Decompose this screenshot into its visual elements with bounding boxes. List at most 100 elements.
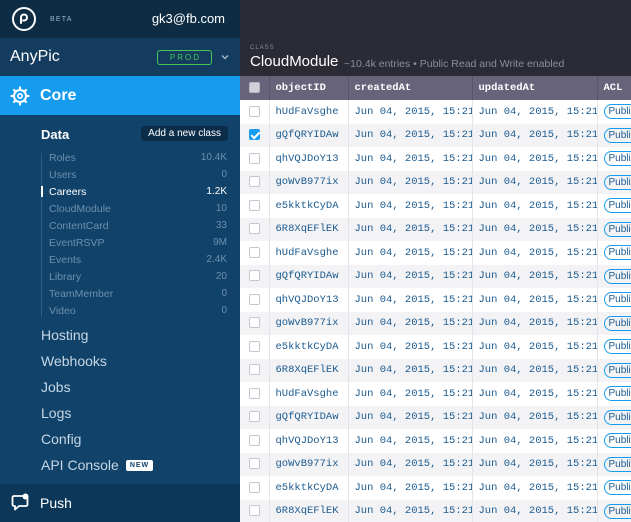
table-row[interactable]: e5kktkCyDA Jun 04, 2015, 15:21 Jun 04, 201… bbox=[240, 476, 631, 500]
nav-logs[interactable]: Logs bbox=[0, 400, 240, 426]
nav-core[interactable]: Core bbox=[0, 76, 240, 115]
cell-objectid[interactable]: qhVQJDoY13 bbox=[269, 288, 349, 312]
row-select-checkbox[interactable] bbox=[240, 241, 270, 265]
row-select-checkbox[interactable] bbox=[240, 429, 270, 453]
cell-objectid[interactable]: goWvB977ix bbox=[269, 170, 349, 194]
cell-createdat[interactable]: Jun 04, 2015, 15:21 bbox=[348, 170, 473, 194]
cell-acl[interactable]: Public bbox=[597, 476, 631, 500]
cell-updatedat[interactable]: Jun 04, 2015, 15:21 bbox=[472, 288, 598, 312]
column-header-updatedat[interactable]: updatedAt bbox=[472, 76, 598, 100]
select-all-checkbox[interactable] bbox=[240, 76, 270, 100]
cell-createdat[interactable]: Jun 04, 2015, 15:21 bbox=[348, 147, 473, 171]
class-item-eventrsvp[interactable]: EventRSVP 9M bbox=[41, 234, 240, 251]
cell-acl[interactable]: Public bbox=[597, 241, 631, 265]
row-select-checkbox[interactable] bbox=[240, 123, 270, 147]
cell-objectid[interactable]: goWvB977ix bbox=[269, 311, 349, 335]
class-item-events[interactable]: Events 2.4K bbox=[41, 251, 240, 268]
table-row[interactable]: 6R8XqEFlEK Jun 04, 2015, 15:21 Jun 04, 201… bbox=[240, 358, 631, 382]
class-item-teammember[interactable]: TeamMember 0 bbox=[41, 285, 240, 302]
cell-objectid[interactable]: 6R8XqEFlEK bbox=[269, 358, 349, 382]
row-select-checkbox[interactable] bbox=[240, 194, 270, 218]
row-select-checkbox[interactable] bbox=[240, 499, 270, 522]
cell-objectid[interactable]: hUdFaVsghe bbox=[269, 382, 349, 406]
cell-acl[interactable]: Public bbox=[597, 147, 631, 171]
cell-createdat[interactable]: Jun 04, 2015, 15:21 bbox=[348, 358, 473, 382]
row-select-checkbox[interactable] bbox=[240, 170, 270, 194]
cell-updatedat[interactable]: Jun 04, 2015, 15:21 bbox=[472, 100, 598, 124]
cell-acl[interactable]: Public bbox=[597, 311, 631, 335]
cell-acl[interactable]: Public bbox=[597, 217, 631, 241]
cell-acl[interactable]: Public bbox=[597, 123, 631, 147]
table-row[interactable]: gQfQRYIDAw Jun 04, 2015, 15:21 Jun 04, 201… bbox=[240, 123, 631, 147]
row-select-checkbox[interactable] bbox=[240, 382, 270, 406]
cell-objectid[interactable]: hUdFaVsghe bbox=[269, 241, 349, 265]
cell-createdat[interactable]: Jun 04, 2015, 15:21 bbox=[348, 382, 473, 406]
cell-objectid[interactable]: goWvB977ix bbox=[269, 452, 349, 476]
cell-updatedat[interactable]: Jun 04, 2015, 15:21 bbox=[472, 476, 598, 500]
table-row[interactable]: hUdFaVsghe Jun 04, 2015, 15:21 Jun 04, 201… bbox=[240, 382, 631, 406]
cell-createdat[interactable]: Jun 04, 2015, 15:21 bbox=[348, 264, 473, 288]
cell-objectid[interactable]: e5kktkCyDA bbox=[269, 194, 349, 218]
cell-updatedat[interactable]: Jun 04, 2015, 15:21 bbox=[472, 335, 598, 359]
table-row[interactable]: hUdFaVsghe Jun 04, 2015, 15:21 Jun 04, 201… bbox=[240, 100, 631, 124]
cell-createdat[interactable]: Jun 04, 2015, 15:21 bbox=[348, 335, 473, 359]
cell-updatedat[interactable]: Jun 04, 2015, 15:21 bbox=[472, 358, 598, 382]
class-item-careers[interactable]: Careers 1.2K bbox=[41, 183, 240, 200]
row-select-checkbox[interactable] bbox=[240, 217, 270, 241]
table-row[interactable]: e5kktkCyDA Jun 04, 2015, 15:21 Jun 04, 201… bbox=[240, 335, 631, 359]
nav-webhooks[interactable]: Webhooks bbox=[0, 348, 240, 374]
cell-updatedat[interactable]: Jun 04, 2015, 15:21 bbox=[472, 311, 598, 335]
cell-acl[interactable]: Public bbox=[597, 499, 631, 522]
table-row[interactable]: goWvB977ix Jun 04, 2015, 15:21 Jun 04, 201… bbox=[240, 311, 631, 335]
class-item-video[interactable]: Video 0 bbox=[41, 302, 240, 319]
cell-createdat[interactable]: Jun 04, 2015, 15:21 bbox=[348, 100, 473, 124]
table-row[interactable]: gQfQRYIDAw Jun 04, 2015, 15:21 Jun 04, 201… bbox=[240, 264, 631, 288]
class-item-library[interactable]: Library 20 bbox=[41, 268, 240, 285]
cell-objectid[interactable]: 6R8XqEFlEK bbox=[269, 217, 349, 241]
cell-acl[interactable]: Public bbox=[597, 335, 631, 359]
table-row[interactable]: e5kktkCyDA Jun 04, 2015, 15:21 Jun 04, 201… bbox=[240, 194, 631, 218]
add-class-button[interactable]: Add a new class bbox=[141, 126, 228, 141]
class-item-cloudmodule[interactable]: CloudModule 10 bbox=[41, 200, 240, 217]
column-header-objectid[interactable]: objectID bbox=[269, 76, 349, 100]
table-row[interactable]: 6R8XqEFlEK Jun 04, 2015, 15:21 Jun 04, 201… bbox=[240, 217, 631, 241]
cell-updatedat[interactable]: Jun 04, 2015, 15:21 bbox=[472, 405, 598, 429]
table-row[interactable]: 6R8XqEFlEK Jun 04, 2015, 15:21 Jun 04, 201… bbox=[240, 499, 631, 522]
cell-createdat[interactable]: Jun 04, 2015, 15:21 bbox=[348, 194, 473, 218]
table-row[interactable]: qhVQJDoY13 Jun 04, 2015, 15:21 Jun 04, 201… bbox=[240, 429, 631, 453]
row-select-checkbox[interactable] bbox=[240, 264, 270, 288]
cell-createdat[interactable]: Jun 04, 2015, 15:21 bbox=[348, 452, 473, 476]
column-header-acl[interactable]: ACL bbox=[597, 76, 631, 100]
table-row[interactable]: gQfQRYIDAw Jun 04, 2015, 15:21 Jun 04, 201… bbox=[240, 405, 631, 429]
row-select-checkbox[interactable] bbox=[240, 405, 270, 429]
cell-acl[interactable]: Public bbox=[597, 194, 631, 218]
cell-acl[interactable]: Public bbox=[597, 405, 631, 429]
table-row[interactable]: goWvB977ix Jun 04, 2015, 15:21 Jun 04, 201… bbox=[240, 170, 631, 194]
class-item-users[interactable]: Users 0 bbox=[41, 166, 240, 183]
table-row[interactable]: qhVQJDoY13 Jun 04, 2015, 15:21 Jun 04, 201… bbox=[240, 288, 631, 312]
row-select-checkbox[interactable] bbox=[240, 147, 270, 171]
cell-objectid[interactable]: gQfQRYIDAw bbox=[269, 405, 349, 429]
row-select-checkbox[interactable] bbox=[240, 311, 270, 335]
cell-updatedat[interactable]: Jun 04, 2015, 15:21 bbox=[472, 264, 598, 288]
nav-api-console[interactable]: API Console NEW bbox=[0, 452, 240, 478]
cell-createdat[interactable]: Jun 04, 2015, 15:21 bbox=[348, 499, 473, 522]
cell-objectid[interactable]: gQfQRYIDAw bbox=[269, 123, 349, 147]
cell-objectid[interactable]: e5kktkCyDA bbox=[269, 476, 349, 500]
class-item-roles[interactable]: Roles 10.4K bbox=[41, 149, 240, 166]
cell-acl[interactable]: Public bbox=[597, 429, 631, 453]
cell-updatedat[interactable]: Jun 04, 2015, 15:21 bbox=[472, 382, 598, 406]
cell-createdat[interactable]: Jun 04, 2015, 15:21 bbox=[348, 217, 473, 241]
cell-createdat[interactable]: Jun 04, 2015, 15:21 bbox=[348, 288, 473, 312]
cell-acl[interactable]: Public bbox=[597, 452, 631, 476]
cell-objectid[interactable]: 6R8XqEFlEK bbox=[269, 499, 349, 522]
nav-jobs[interactable]: Jobs bbox=[0, 374, 240, 400]
cell-acl[interactable]: Public bbox=[597, 358, 631, 382]
cell-updatedat[interactable]: Jun 04, 2015, 15:21 bbox=[472, 217, 598, 241]
row-select-checkbox[interactable] bbox=[240, 452, 270, 476]
nav-config[interactable]: Config bbox=[0, 426, 240, 452]
cell-createdat[interactable]: Jun 04, 2015, 15:21 bbox=[348, 476, 473, 500]
cell-createdat[interactable]: Jun 04, 2015, 15:21 bbox=[348, 405, 473, 429]
cell-objectid[interactable]: e5kktkCyDA bbox=[269, 335, 349, 359]
cell-objectid[interactable]: qhVQJDoY13 bbox=[269, 147, 349, 171]
